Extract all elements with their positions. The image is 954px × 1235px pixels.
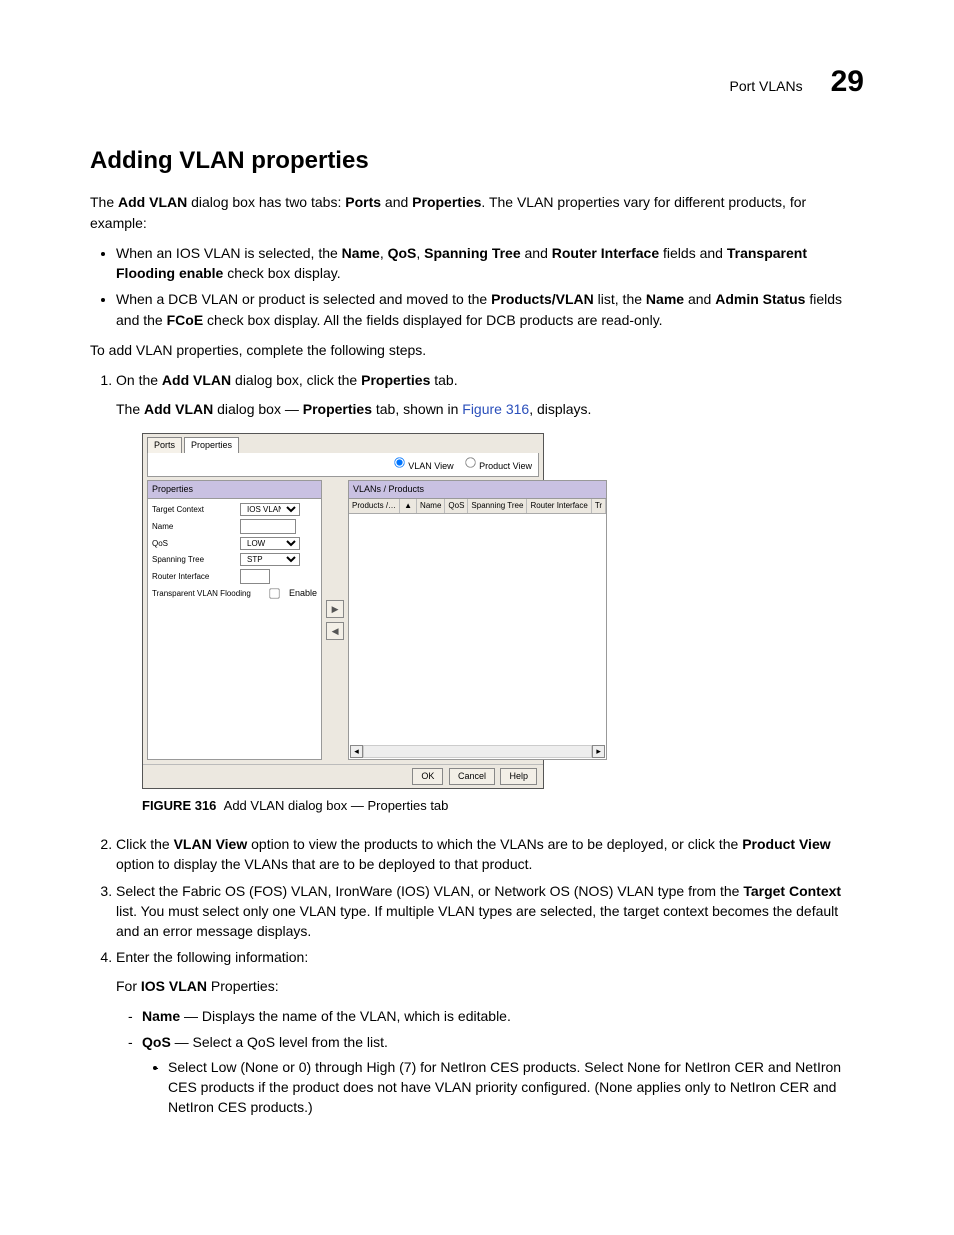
step-3: Select the Fabric OS (FOS) VLAN, IronWar… [116, 881, 864, 942]
spanning-tree-select[interactable]: STP [240, 553, 300, 566]
properties-panel: Properties Target Context IOS VLAN Name [147, 480, 322, 760]
bullet-list: When an IOS VLAN is selected, the Name, … [90, 243, 864, 330]
help-button[interactable]: Help [500, 768, 537, 785]
name-label: Name [152, 521, 234, 533]
running-header: Port VLANs 29 [90, 60, 864, 104]
sublist-item: QoS — Select a QoS level from the list. … [142, 1032, 864, 1117]
router-interface-label: Router Interface [152, 571, 234, 583]
trans-flood-enable: Enable [289, 587, 317, 600]
tab-ports[interactable]: Ports [147, 437, 182, 453]
intro-paragraph: The Add VLAN dialog box has two tabs: Po… [90, 192, 864, 233]
trans-flood-label: Transparent VLAN Flooding [152, 588, 262, 600]
products-panel: VLANs / Products Products /… ▲ Name QoS … [348, 480, 607, 760]
transfer-buttons: ▶ ◀ [326, 480, 344, 760]
step-4-intro: For IOS VLAN Properties: [116, 976, 864, 996]
router-interface-field[interactable] [240, 569, 270, 584]
qos-label: QoS [152, 538, 234, 550]
products-panel-title: VLANs / Products [349, 481, 606, 499]
steps-list: On the Add VLAN dialog box, click the Pr… [90, 370, 864, 1117]
qos-select[interactable]: LOW [240, 537, 300, 550]
lead-paragraph: To add VLAN properties, complete the fol… [90, 340, 864, 360]
figure-link[interactable]: Figure 316 [462, 401, 529, 417]
bullet-item: When a DCB VLAN or product is selected a… [116, 289, 864, 330]
properties-panel-title: Properties [148, 481, 321, 499]
target-context-select[interactable]: IOS VLAN [240, 503, 300, 516]
sublist-item: Name — Displays the name of the VLAN, wh… [142, 1006, 864, 1026]
figure-dialog: Ports Properties VLAN View Product View … [142, 433, 544, 789]
qos-note: Select Low (None or 0) through High (7) … [168, 1057, 864, 1118]
cancel-button[interactable]: Cancel [449, 768, 495, 785]
target-context-label: Target Context [152, 504, 234, 516]
move-right-button[interactable]: ▶ [326, 600, 344, 618]
tab-properties[interactable]: Properties [184, 437, 239, 453]
trans-flood-checkbox[interactable] [269, 588, 279, 598]
products-table-header: Products /… ▲ Name QoS Spanning Tree Rou… [349, 499, 606, 514]
page-title: Adding VLAN properties [90, 144, 864, 179]
step-1: On the Add VLAN dialog box, click the Pr… [116, 370, 864, 816]
figure-caption: FIGURE 316 Add VLAN dialog box — Propert… [142, 797, 864, 816]
properties-sublist: Name — Displays the name of the VLAN, wh… [116, 1006, 864, 1117]
bullet-item: When an IOS VLAN is selected, the Name, … [116, 243, 864, 284]
step-2: Click the VLAN View option to view the p… [116, 834, 864, 875]
move-left-button[interactable]: ◀ [326, 622, 344, 640]
dialog-buttons: OK Cancel Help [143, 764, 543, 788]
vlan-view-option[interactable]: VLAN View [385, 461, 453, 471]
h-scrollbar[interactable]: ◂▸ [349, 744, 606, 759]
spanning-tree-label: Spanning Tree [152, 554, 234, 566]
view-row: VLAN View Product View [147, 453, 539, 477]
step-1-sub: The Add VLAN dialog box — Properties tab… [116, 399, 864, 419]
product-view-option[interactable]: Product View [456, 461, 532, 471]
section-name: Port VLANs [729, 76, 802, 96]
step-4: Enter the following information: For IOS… [116, 947, 864, 1117]
name-field[interactable] [240, 519, 296, 534]
page-number: 29 [831, 60, 864, 104]
qos-subbullet: Select Low (None or 0) through High (7) … [142, 1057, 864, 1118]
ok-button[interactable]: OK [412, 768, 443, 785]
